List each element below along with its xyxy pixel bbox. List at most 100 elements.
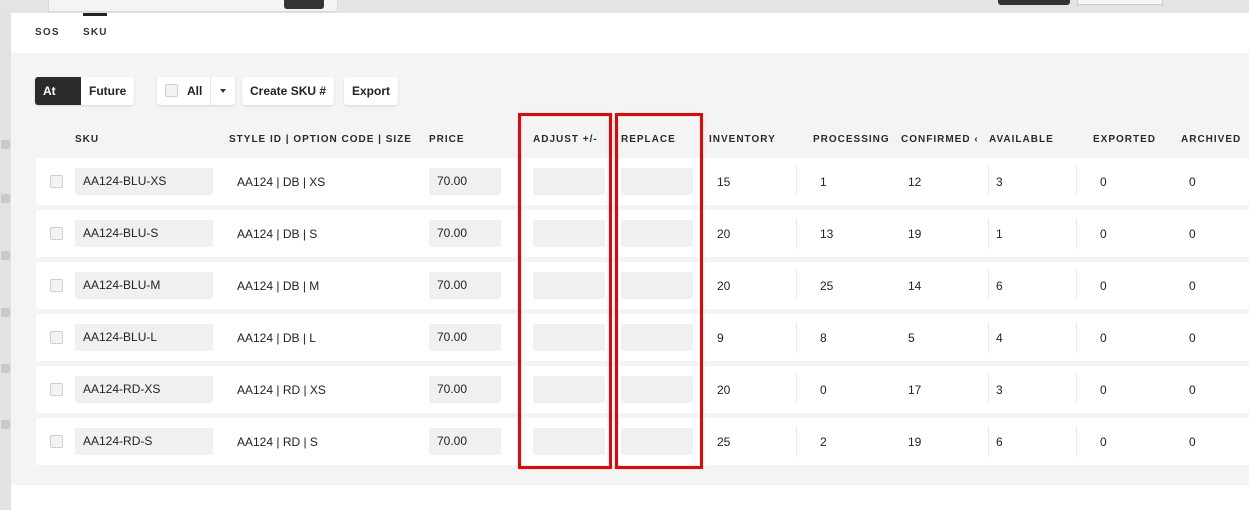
column-header-exported[interactable]: EXPORTED <box>1093 134 1156 145</box>
table-row: AA124-BLU-XS AA124 | DB | XS 70.00 15 1 12 3 0 0 <box>36 158 1249 205</box>
confirmed-value: 12 <box>908 175 922 189</box>
background-button <box>1077 0 1163 5</box>
column-header-adjust[interactable]: ADJUST +/- <box>533 134 598 145</box>
sku-field[interactable]: AA124-BLU-XS <box>75 168 213 195</box>
cell-divider <box>796 322 797 353</box>
available-value: 6 <box>996 279 1003 293</box>
row-checkbox[interactable] <box>50 435 63 448</box>
sku-panel: At Once Future All Create SKU # Export S… <box>11 53 1249 485</box>
processing-value: 13 <box>820 227 834 241</box>
confirmed-value: 17 <box>908 383 922 397</box>
sku-field[interactable]: AA124-BLU-S <box>75 220 213 247</box>
cell-divider <box>796 374 797 405</box>
tab-sos[interactable]: SOS <box>35 27 60 38</box>
cell-divider <box>796 166 797 197</box>
column-header-inventory[interactable]: INVENTORY <box>709 134 776 145</box>
row-checkbox[interactable] <box>50 175 63 188</box>
processing-value: 2 <box>820 435 827 449</box>
price-field[interactable]: 70.00 <box>429 324 501 351</box>
row-checkbox[interactable] <box>50 279 63 292</box>
price-field[interactable]: 70.00 <box>429 428 501 455</box>
replace-field[interactable] <box>621 272 693 299</box>
delivery-toggle: At Once Future <box>35 77 135 105</box>
adjust-field[interactable] <box>533 428 605 455</box>
adjust-field[interactable] <box>533 376 605 403</box>
tab-sku[interactable]: SKU <box>83 27 108 38</box>
replace-field[interactable] <box>621 220 693 247</box>
replace-field[interactable] <box>621 376 693 403</box>
sku-field[interactable]: AA124-BLU-L <box>75 324 213 351</box>
at-once-button[interactable]: At Once <box>35 77 82 105</box>
cell-divider <box>1076 218 1077 249</box>
style-option-size: AA124 | DB | S <box>237 227 318 241</box>
sidebar-icon <box>1 251 10 260</box>
cell-divider <box>1076 322 1077 353</box>
future-button[interactable]: Future <box>81 77 134 105</box>
inventory-value: 9 <box>717 331 724 345</box>
column-header-available[interactable]: AVAILABLE <box>989 134 1054 145</box>
exported-value: 0 <box>1100 383 1107 397</box>
cell-divider <box>796 426 797 457</box>
column-header-archived[interactable]: ARCHIVED <box>1181 134 1241 145</box>
column-header-price[interactable]: PRICE <box>429 134 465 145</box>
adjust-field[interactable] <box>533 272 605 299</box>
adjust-field[interactable] <box>533 324 605 351</box>
column-header-confirmed[interactable]: CONFIRMED ‹ <box>901 134 977 145</box>
row-checkbox[interactable] <box>50 331 63 344</box>
sku-modal: SOS SKU At Once Future All Create SKU # … <box>11 13 1249 510</box>
style-option-size: AA124 | RD | S <box>237 435 318 449</box>
adjust-field[interactable] <box>533 220 605 247</box>
sku-field[interactable]: AA124-RD-S <box>75 428 213 455</box>
create-sku-button[interactable]: Create SKU # <box>242 77 335 105</box>
column-header-style[interactable]: STYLE ID | OPTION CODE | SIZE <box>229 134 412 145</box>
table-row: AA124-BLU-M AA124 | DB | M 70.00 20 25 14 6 0 0 <box>36 262 1249 309</box>
table-row: AA124-BLU-L AA124 | DB | L 70.00 9 8 5 4 0 0 <box>36 314 1249 361</box>
archived-value: 0 <box>1189 227 1196 241</box>
row-checkbox[interactable] <box>50 227 63 240</box>
confirmed-value: 5 <box>908 331 915 345</box>
inventory-value: 15 <box>717 175 731 189</box>
column-header-sku[interactable]: SKU <box>75 134 99 145</box>
archived-value: 0 <box>1189 175 1196 189</box>
style-option-size: AA124 | RD | XS <box>237 383 326 397</box>
style-option-size: AA124 | DB | XS <box>237 175 326 189</box>
replace-field[interactable] <box>621 428 693 455</box>
select-all-label: All <box>187 84 203 98</box>
table-row: AA124-RD-XS AA124 | RD | XS 70.00 20 0 17 3 0 0 <box>36 366 1249 413</box>
exported-value: 0 <box>1100 227 1107 241</box>
cell-divider <box>988 218 989 249</box>
inventory-value: 20 <box>717 227 731 241</box>
sku-field[interactable]: AA124-RD-XS <box>75 376 213 403</box>
sidebar-icon <box>1 364 10 373</box>
processing-value: 1 <box>820 175 827 189</box>
column-header-replace[interactable]: REPLACE <box>621 134 676 145</box>
processing-value: 0 <box>820 383 827 397</box>
price-field[interactable]: 70.00 <box>429 376 501 403</box>
style-option-size: AA124 | DB | L <box>237 331 316 345</box>
exported-value: 0 <box>1100 331 1107 345</box>
price-field[interactable]: 70.00 <box>429 220 501 247</box>
cell-divider <box>796 218 797 249</box>
row-checkbox[interactable] <box>50 383 63 396</box>
price-field[interactable]: 70.00 <box>429 168 501 195</box>
available-value: 3 <box>996 175 1003 189</box>
export-button[interactable]: Export <box>344 77 399 105</box>
confirmed-value: 19 <box>908 435 922 449</box>
tab-bar: SOS SKU <box>11 13 1249 53</box>
available-value: 3 <box>996 383 1003 397</box>
select-all-checkbox[interactable] <box>165 84 178 97</box>
confirmed-value: 19 <box>908 227 922 241</box>
adjust-field[interactable] <box>533 168 605 195</box>
chevron-down-icon[interactable] <box>220 89 226 93</box>
confirmed-value: 14 <box>908 279 922 293</box>
sku-field[interactable]: AA124-BLU-M <box>75 272 213 299</box>
inventory-value: 20 <box>717 279 731 293</box>
exported-value: 0 <box>1100 175 1107 189</box>
cell-divider <box>988 270 989 301</box>
sidebar-icon <box>1 308 10 317</box>
price-field[interactable]: 70.00 <box>429 272 501 299</box>
archived-value: 0 <box>1189 383 1196 397</box>
replace-field[interactable] <box>621 324 693 351</box>
replace-field[interactable] <box>621 168 693 195</box>
column-header-processing[interactable]: PROCESSING <box>813 134 890 145</box>
